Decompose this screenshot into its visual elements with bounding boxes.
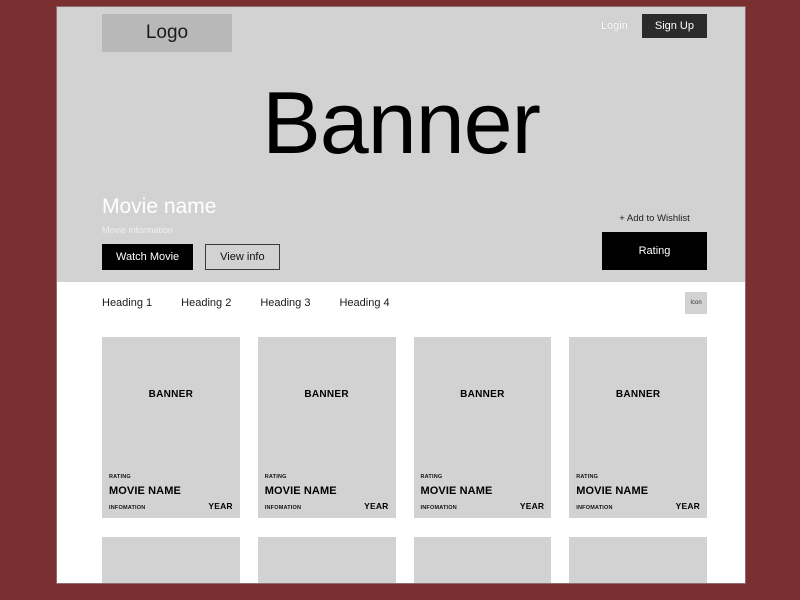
hero-button-group: Watch Movie View info: [102, 244, 432, 270]
card-information: INFOMATION: [576, 505, 613, 511]
heading-list: Heading 1 Heading 2 Heading 3 Heading 4: [102, 297, 390, 309]
card-movie-name: MOVIE NAME: [109, 485, 181, 497]
card-banner-label: [102, 537, 240, 583]
card-meta: RATING MOVIE NAME INFOMATION YEAR: [569, 474, 707, 518]
card-information: INFOMATION: [109, 505, 146, 511]
card-footer: INFOMATION YEAR: [421, 501, 545, 511]
card-footer: INFOMATION YEAR: [576, 501, 700, 511]
card-year: YEAR: [208, 501, 233, 511]
movie-card[interactable]: [102, 537, 240, 583]
card-banner-label: BANNER: [615, 389, 661, 400]
logo[interactable]: Logo: [102, 14, 232, 52]
card-rating: RATING: [576, 474, 599, 480]
card-rating: RATING: [109, 474, 131, 480]
page-sheet: Logo Login Sign Up Banner Movie name Mov…: [57, 7, 745, 583]
card-banner-label: [258, 537, 396, 583]
card-information: INFOMATION: [420, 505, 457, 511]
card-banner-label: [414, 537, 552, 583]
add-to-wishlist-link[interactable]: + Add to Wishlist: [602, 213, 707, 224]
hero-movie-info: Movie name Movie information Watch Movie…: [102, 194, 432, 270]
card-banner-label: BANNER: [304, 389, 349, 400]
heading-item-1[interactable]: Heading 1: [102, 297, 152, 309]
movie-card[interactable]: [257, 537, 396, 583]
card-footer: INFOMATION YEAR: [265, 501, 389, 511]
heading-nav-bar: Heading 1 Heading 2 Heading 3 Heading 4 …: [57, 282, 745, 324]
rating-box[interactable]: Rating: [602, 232, 707, 270]
hero-banner: Logo Login Sign Up Banner Movie name Mov…: [57, 7, 745, 282]
card-banner-label: BANNER: [148, 389, 194, 400]
movie-card[interactable]: [569, 537, 707, 583]
watch-movie-button[interactable]: Watch Movie: [102, 244, 194, 270]
movie-card[interactable]: BANNER RATING MOVIE NAME INFOMATION YEAR: [257, 337, 396, 518]
card-meta: RATING MOVIE NAME INFOMATION YEAR: [414, 474, 552, 518]
grid-view-icon[interactable]: Icon: [685, 292, 707, 314]
login-link[interactable]: Login: [601, 20, 628, 32]
movie-card[interactable]: BANNER RATING MOVIE NAME INFOMATION YEAR: [102, 337, 240, 518]
icon-label: Icon: [690, 300, 702, 306]
hero-action-group: + Add to Wishlist Rating: [602, 213, 707, 270]
card-rating: RATING: [420, 474, 443, 480]
movie-information: Movie information: [102, 225, 174, 235]
card-footer: INFOMATION YEAR: [109, 501, 233, 511]
card-meta: RATING MOVIE NAME INFOMATION YEAR: [102, 474, 240, 518]
movie-card[interactable]: [413, 537, 552, 583]
card-information: INFOMATION: [264, 505, 302, 511]
card-movie-name: MOVIE NAME: [264, 485, 337, 497]
card-movie-name: MOVIE NAME: [420, 485, 493, 497]
card-rating: RATING: [264, 474, 287, 480]
movie-card[interactable]: BANNER RATING MOVIE NAME INFOMATION YEAR: [413, 337, 552, 518]
movie-card[interactable]: BANNER RATING MOVIE NAME INFOMATION YEAR: [569, 337, 707, 518]
card-movie-name: MOVIE NAME: [576, 485, 649, 497]
signup-button[interactable]: Sign Up: [641, 14, 707, 38]
card-banner-label: BANNER: [460, 389, 505, 400]
card-year: YEAR: [675, 501, 700, 511]
banner-headline: Banner: [262, 73, 541, 172]
movie-card-grid: BANNER RATING MOVIE NAME INFOMATION YEAR…: [57, 324, 745, 583]
card-year: YEAR: [519, 501, 545, 511]
top-navigation: Login Sign Up: [601, 14, 707, 38]
heading-item-4[interactable]: Heading 4: [339, 297, 389, 309]
card-meta: RATING MOVIE NAME INFOMATION YEAR: [258, 474, 396, 518]
view-info-button[interactable]: View info: [205, 244, 280, 270]
card-year: YEAR: [364, 501, 389, 511]
heading-item-2[interactable]: Heading 2: [181, 297, 231, 309]
logo-label: Logo: [145, 22, 189, 43]
rating-label: Rating: [638, 245, 671, 257]
movie-title: Movie name: [102, 194, 217, 218]
heading-item-3[interactable]: Heading 3: [260, 297, 310, 309]
card-banner-label: [569, 537, 707, 583]
